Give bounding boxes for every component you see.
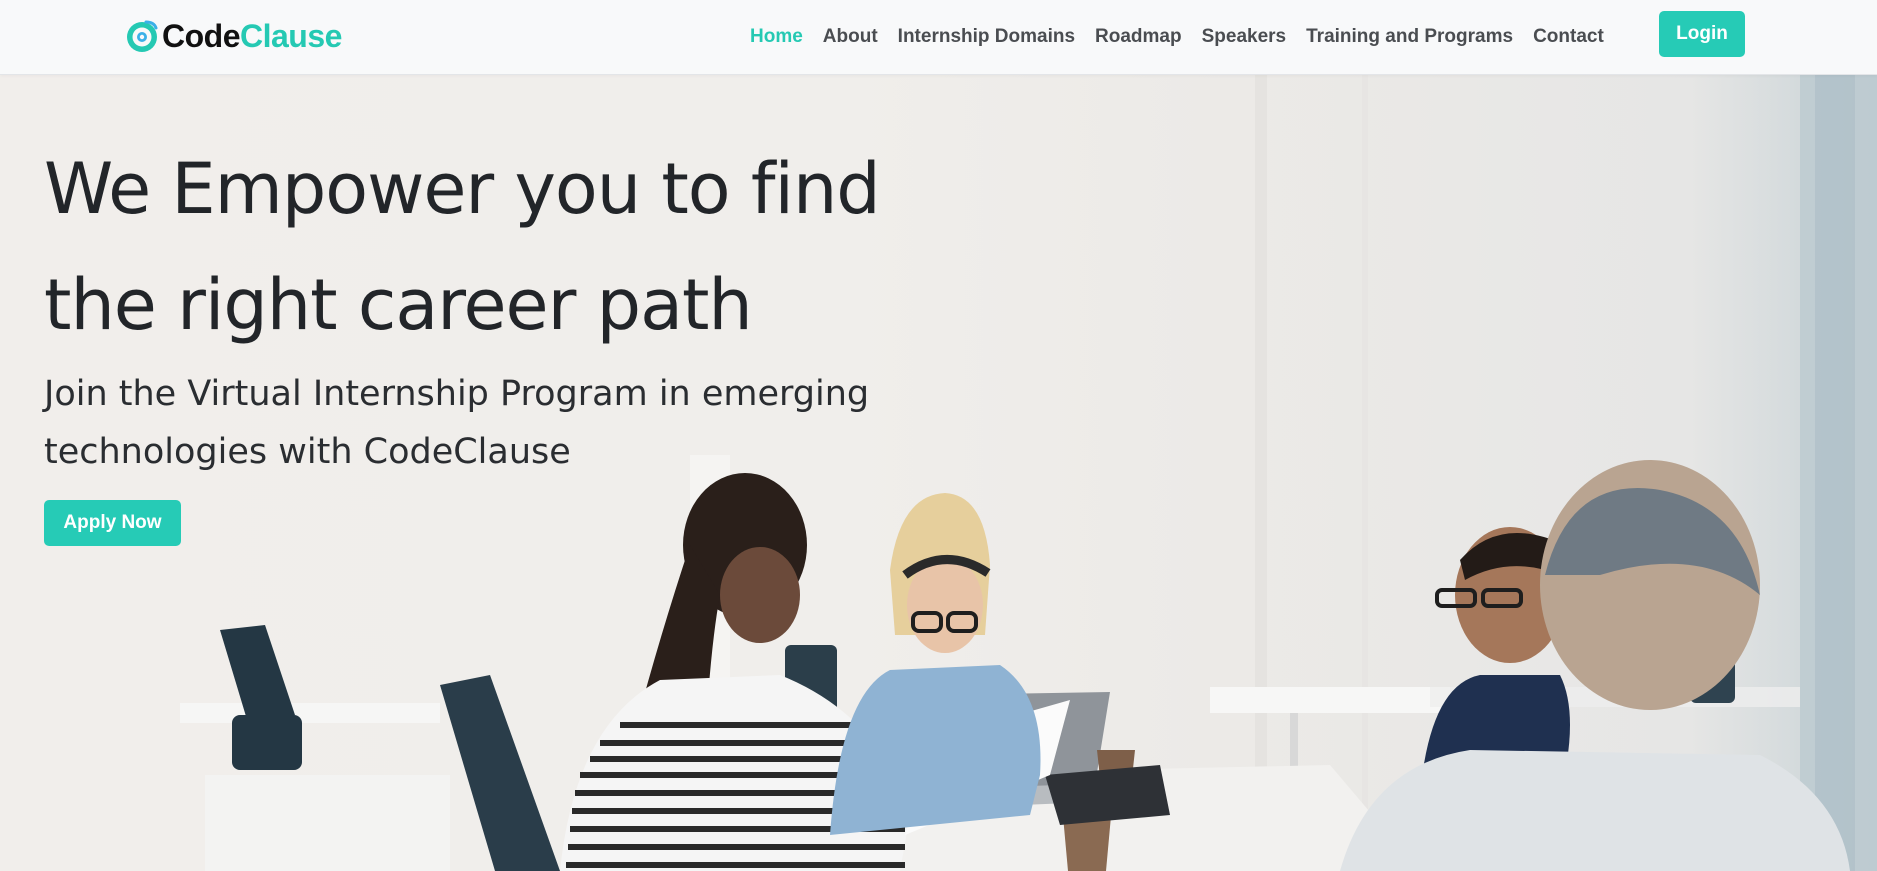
nav-item-contact[interactable]: Contact <box>1523 26 1614 48</box>
top-navbar: CodeClause Home About Internship Domains… <box>0 0 1877 75</box>
main-nav: Home About Internship Domains Roadmap Sp… <box>740 0 1614 74</box>
nav-item-about[interactable]: About <box>813 26 888 48</box>
nav-item-training-and-programs[interactable]: Training and Programs <box>1296 26 1523 48</box>
hero-headline-line1: We Empower you to find <box>44 148 881 230</box>
login-button[interactable]: Login <box>1659 11 1745 57</box>
hero-section: We Empower you to find the right career … <box>0 75 1877 871</box>
nav-item-internship-domains[interactable]: Internship Domains <box>888 26 1085 48</box>
nav-item-roadmap[interactable]: Roadmap <box>1085 26 1192 48</box>
hero-subline-line1: Join the Virtual Internship Program in e… <box>44 374 870 414</box>
brand-name: CodeClause <box>162 20 342 52</box>
brand-name-code: Code <box>162 18 241 54</box>
hero-subline-line2: technologies with CodeClause <box>44 432 571 472</box>
hero-headline-line2: the right career path <box>44 264 753 346</box>
codeclause-swirl-logo-icon <box>127 20 158 52</box>
hero-headline: We Empower you to find the right career … <box>44 131 944 363</box>
brand-name-clause: Clause <box>240 18 342 54</box>
nav-item-home[interactable]: Home <box>740 26 813 48</box>
hero-subline: Join the Virtual Internship Program in e… <box>44 365 904 481</box>
apply-now-button[interactable]: Apply Now <box>44 500 181 546</box>
nav-item-speakers[interactable]: Speakers <box>1192 26 1297 48</box>
brand-logo-link[interactable]: CodeClause <box>124 16 342 56</box>
